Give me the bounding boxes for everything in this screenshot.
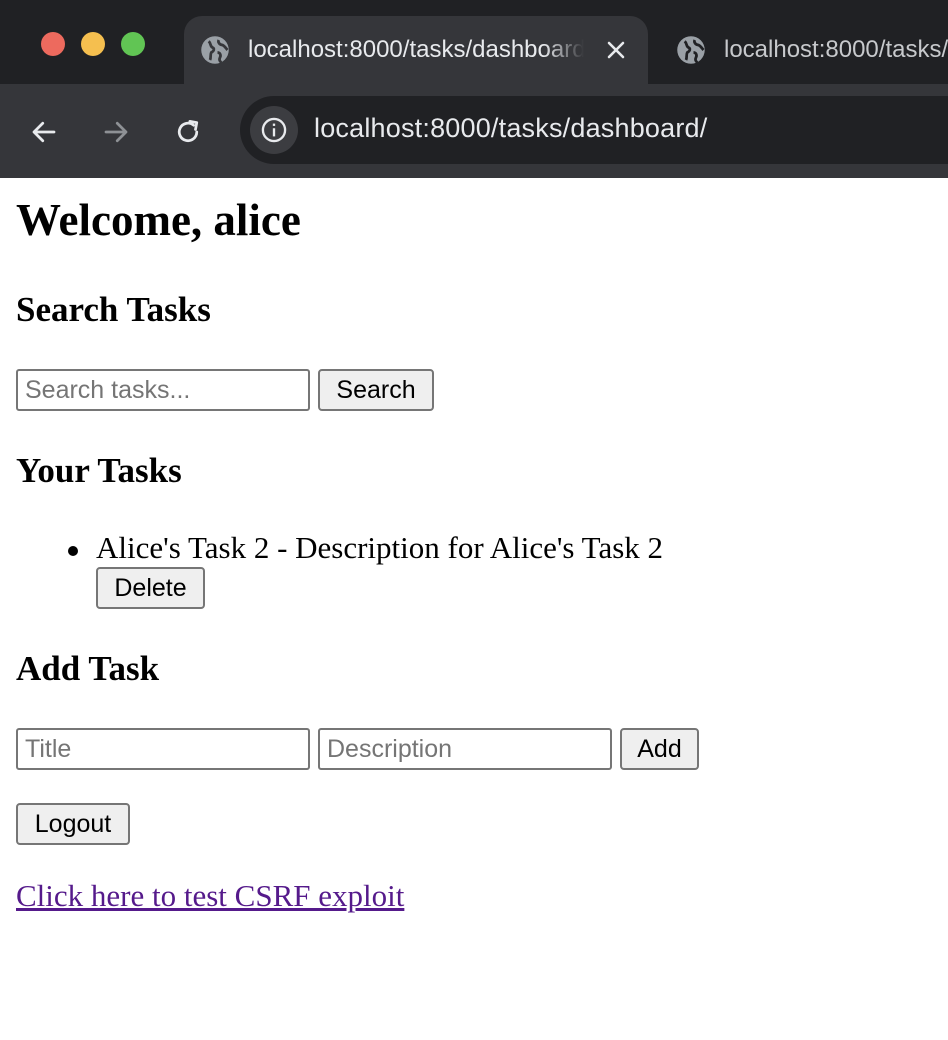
search-heading: Search Tasks <box>16 290 211 329</box>
reload-button[interactable] <box>170 114 206 150</box>
tab-title: localhost:8000/tasks/ <box>724 36 948 63</box>
delete-task-button[interactable]: Delete <box>96 567 205 609</box>
tasks-heading: Your Tasks <box>16 451 182 490</box>
window-maximize-button[interactable] <box>121 32 145 56</box>
globe-icon <box>201 36 229 64</box>
task-list: Alice's Task 2 - Description for Alice's… <box>67 530 664 609</box>
add-task-heading: Add Task <box>16 649 160 688</box>
list-item: Alice's Task 2 - Description for Alice's… <box>67 530 664 609</box>
window-close-button[interactable] <box>41 32 65 56</box>
tab-tasks[interactable]: localhost:8000/tasks/ <box>660 16 948 84</box>
browser-tab-bar: localhost:8000/tasks/dashboard/ localhos… <box>0 0 948 84</box>
site-info-button[interactable] <box>250 106 298 154</box>
close-icon[interactable] <box>602 36 630 64</box>
address-bar[interactable]: localhost:8000/tasks/dashboard/ <box>240 96 948 164</box>
csrf-test-link[interactable]: Click here to test CSRF exploit <box>16 878 404 914</box>
url-text[interactable]: localhost:8000/tasks/dashboard/ <box>314 113 707 144</box>
info-icon <box>261 117 287 143</box>
title-input[interactable] <box>16 728 310 770</box>
search-input[interactable] <box>16 369 310 411</box>
reload-icon <box>177 120 199 143</box>
globe-icon <box>677 36 705 64</box>
tab-dashboard[interactable]: localhost:8000/tasks/dashboard/ <box>184 16 648 84</box>
page-title: Welcome, alice <box>16 195 301 245</box>
task-text: Alice's Task 2 - Description for Alice's… <box>96 530 664 565</box>
window-minimize-button[interactable] <box>81 32 105 56</box>
description-input[interactable] <box>318 728 612 770</box>
forward-button[interactable] <box>98 114 134 150</box>
add-task-button[interactable]: Add <box>620 728 699 770</box>
tab-title: localhost:8000/tasks/dashboard/ <box>248 36 584 63</box>
search-button[interactable]: Search <box>318 369 434 411</box>
browser-toolbar: localhost:8000/tasks/dashboard/ <box>0 84 948 178</box>
forward-arrow-icon <box>104 121 128 143</box>
logout-button[interactable]: Logout <box>16 803 130 845</box>
back-arrow-icon <box>32 121 56 143</box>
page-content: Welcome, alice Search Tasks Search Your … <box>0 178 948 1040</box>
back-button[interactable] <box>26 114 62 150</box>
